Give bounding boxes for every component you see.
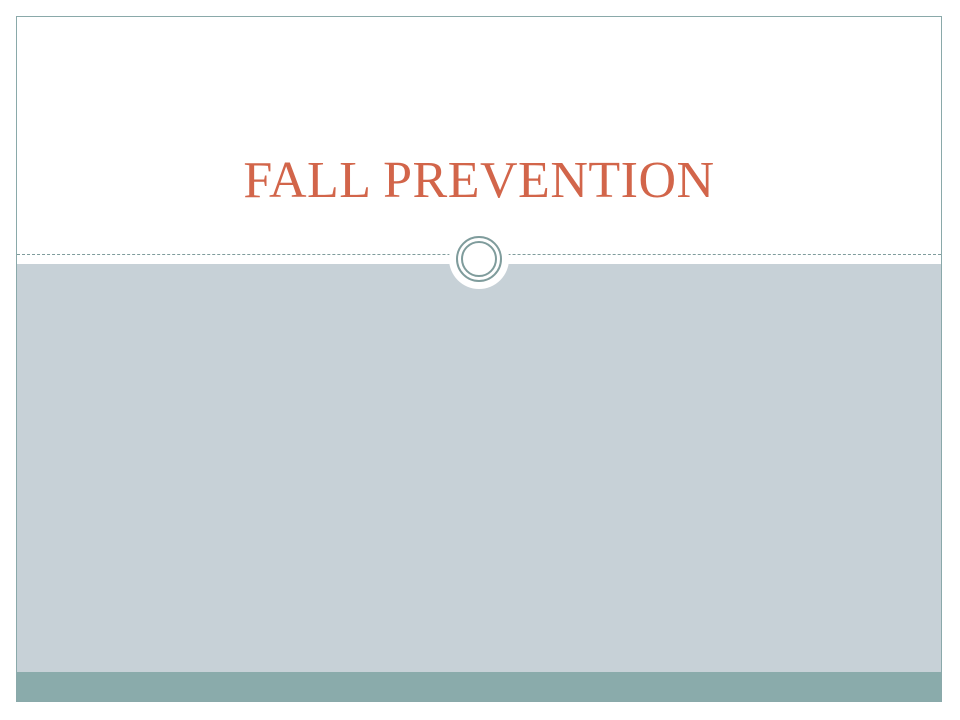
footer-band: [17, 672, 941, 701]
slide-title[interactable]: FALL PREVENTION: [17, 155, 941, 207]
ornament-outer-ring: [456, 236, 502, 282]
ornament-inner-ring: [461, 241, 497, 277]
slide: FALL PREVENTION: [0, 0, 960, 720]
body-placeholder[interactable]: [17, 264, 941, 672]
slide-frame: FALL PREVENTION: [16, 16, 942, 702]
title-area: FALL PREVENTION: [17, 17, 941, 255]
circle-ornament-icon: [449, 229, 509, 289]
